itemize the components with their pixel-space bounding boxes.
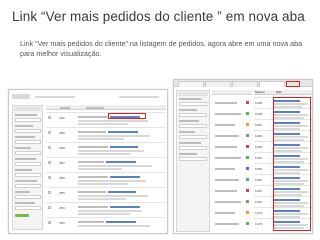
filter-select[interactable] xyxy=(15,118,41,122)
filter-select[interactable] xyxy=(15,140,41,144)
status-square xyxy=(246,211,249,214)
order-number[interactable]: 3888 xyxy=(59,147,65,150)
order-number[interactable]: 3883 xyxy=(59,222,65,225)
highlighted-more-orders-link xyxy=(108,113,146,119)
browser-tab[interactable] xyxy=(232,81,258,87)
column-header-numero: Numero xyxy=(255,91,265,94)
table-row[interactable]: 3886 xyxy=(46,172,166,186)
browser-tab[interactable] xyxy=(205,81,231,87)
order-number[interactable]: 81984 xyxy=(255,157,262,160)
admin-logo xyxy=(12,94,30,99)
more-orders-link[interactable] xyxy=(110,176,140,178)
status-square xyxy=(246,178,249,181)
table-row[interactable]: 3884 xyxy=(46,202,166,216)
table-row[interactable]: 3888 xyxy=(46,142,166,156)
more-orders-link[interactable] xyxy=(110,146,138,148)
header-text xyxy=(35,96,75,98)
filter-select[interactable] xyxy=(15,195,41,199)
order-number[interactable]: 81980 xyxy=(255,201,262,204)
status-square xyxy=(246,123,249,126)
customer-orders-table: Numero Data 81989 81988 81987 81986 8198… xyxy=(254,90,312,232)
row-checkbox[interactable] xyxy=(48,191,51,194)
status-square xyxy=(246,101,249,104)
order-number[interactable]: 81989 xyxy=(255,102,262,105)
filter-select[interactable] xyxy=(15,206,41,210)
filter-select[interactable] xyxy=(15,129,41,133)
order-number[interactable]: 3887 xyxy=(59,162,65,165)
table-row[interactable]: 3885 xyxy=(46,187,166,201)
filter-select[interactable] xyxy=(15,173,41,177)
filter-select[interactable] xyxy=(15,162,41,166)
status-column xyxy=(212,90,252,232)
order-number[interactable]: 81982 xyxy=(255,179,262,182)
order-number[interactable]: 81979 xyxy=(255,212,262,215)
table-row[interactable]: 3889 xyxy=(46,127,166,141)
order-number[interactable]: 3884 xyxy=(59,207,65,210)
header-text xyxy=(119,96,159,98)
filter-select[interactable] xyxy=(15,184,41,188)
slide-description: Link “Ver mais pedidos do cliente” na li… xyxy=(20,39,303,58)
order-number[interactable]: 3889 xyxy=(59,132,65,135)
highlighted-new-tab xyxy=(286,81,300,87)
order-list-screenshot: 3890 3889 3888 3887 3886 3885 3884 3883 xyxy=(8,89,168,234)
more-orders-link[interactable] xyxy=(106,221,136,223)
filter-sidebar xyxy=(12,105,43,230)
order-number[interactable]: 81981 xyxy=(255,190,262,193)
row-checkbox[interactable] xyxy=(48,116,51,119)
order-number[interactable]: 81978 xyxy=(255,223,262,226)
order-number[interactable]: 81988 xyxy=(255,113,262,116)
more-orders-link[interactable] xyxy=(106,161,136,163)
row-checkbox[interactable] xyxy=(48,131,51,134)
status-square xyxy=(246,134,249,137)
more-orders-link[interactable] xyxy=(108,131,138,133)
filter-button[interactable] xyxy=(15,214,29,217)
order-number[interactable]: 3890 xyxy=(59,117,65,120)
order-number[interactable]: 81985 xyxy=(255,146,262,149)
highlighted-customer-orders xyxy=(273,97,311,231)
status-square xyxy=(246,112,249,115)
slide-title: Link “Ver mais pedidos do cliente ” em n… xyxy=(12,9,305,24)
row-checkbox[interactable] xyxy=(48,206,51,209)
browser-tab-new-orders[interactable] xyxy=(259,81,285,87)
order-number[interactable]: 3886 xyxy=(59,177,65,180)
table-row[interactable]: 3890 xyxy=(46,112,166,126)
order-number[interactable]: 81987 xyxy=(255,124,262,127)
status-square xyxy=(246,200,249,203)
table-row[interactable]: 3883 xyxy=(46,217,166,231)
order-number[interactable]: 81986 xyxy=(255,135,262,138)
row-checkbox[interactable] xyxy=(48,221,51,224)
status-square xyxy=(246,156,249,159)
table-row[interactable]: 3887 xyxy=(46,157,166,171)
filter-sidebar xyxy=(176,90,210,232)
orders-table: 3890 3889 3888 3887 3886 3885 3884 3883 xyxy=(46,105,166,231)
column-header-data: Data xyxy=(276,91,282,94)
more-orders-link[interactable] xyxy=(108,191,136,193)
row-checkbox[interactable] xyxy=(48,161,51,164)
more-orders-link[interactable] xyxy=(110,206,140,208)
row-checkbox[interactable] xyxy=(48,176,51,179)
row-checkbox[interactable] xyxy=(48,146,51,149)
order-number[interactable]: 3885 xyxy=(59,192,65,195)
filter-select[interactable] xyxy=(15,151,41,155)
status-square xyxy=(246,145,249,148)
order-number[interactable]: 81983 xyxy=(255,168,262,171)
browser-tab[interactable] xyxy=(178,81,204,87)
new-tab-orders-screenshot: Numero Data 81989 81988 81987 81986 8198… xyxy=(173,79,313,234)
status-square xyxy=(246,222,249,225)
status-square xyxy=(246,167,249,170)
status-square xyxy=(246,189,249,192)
